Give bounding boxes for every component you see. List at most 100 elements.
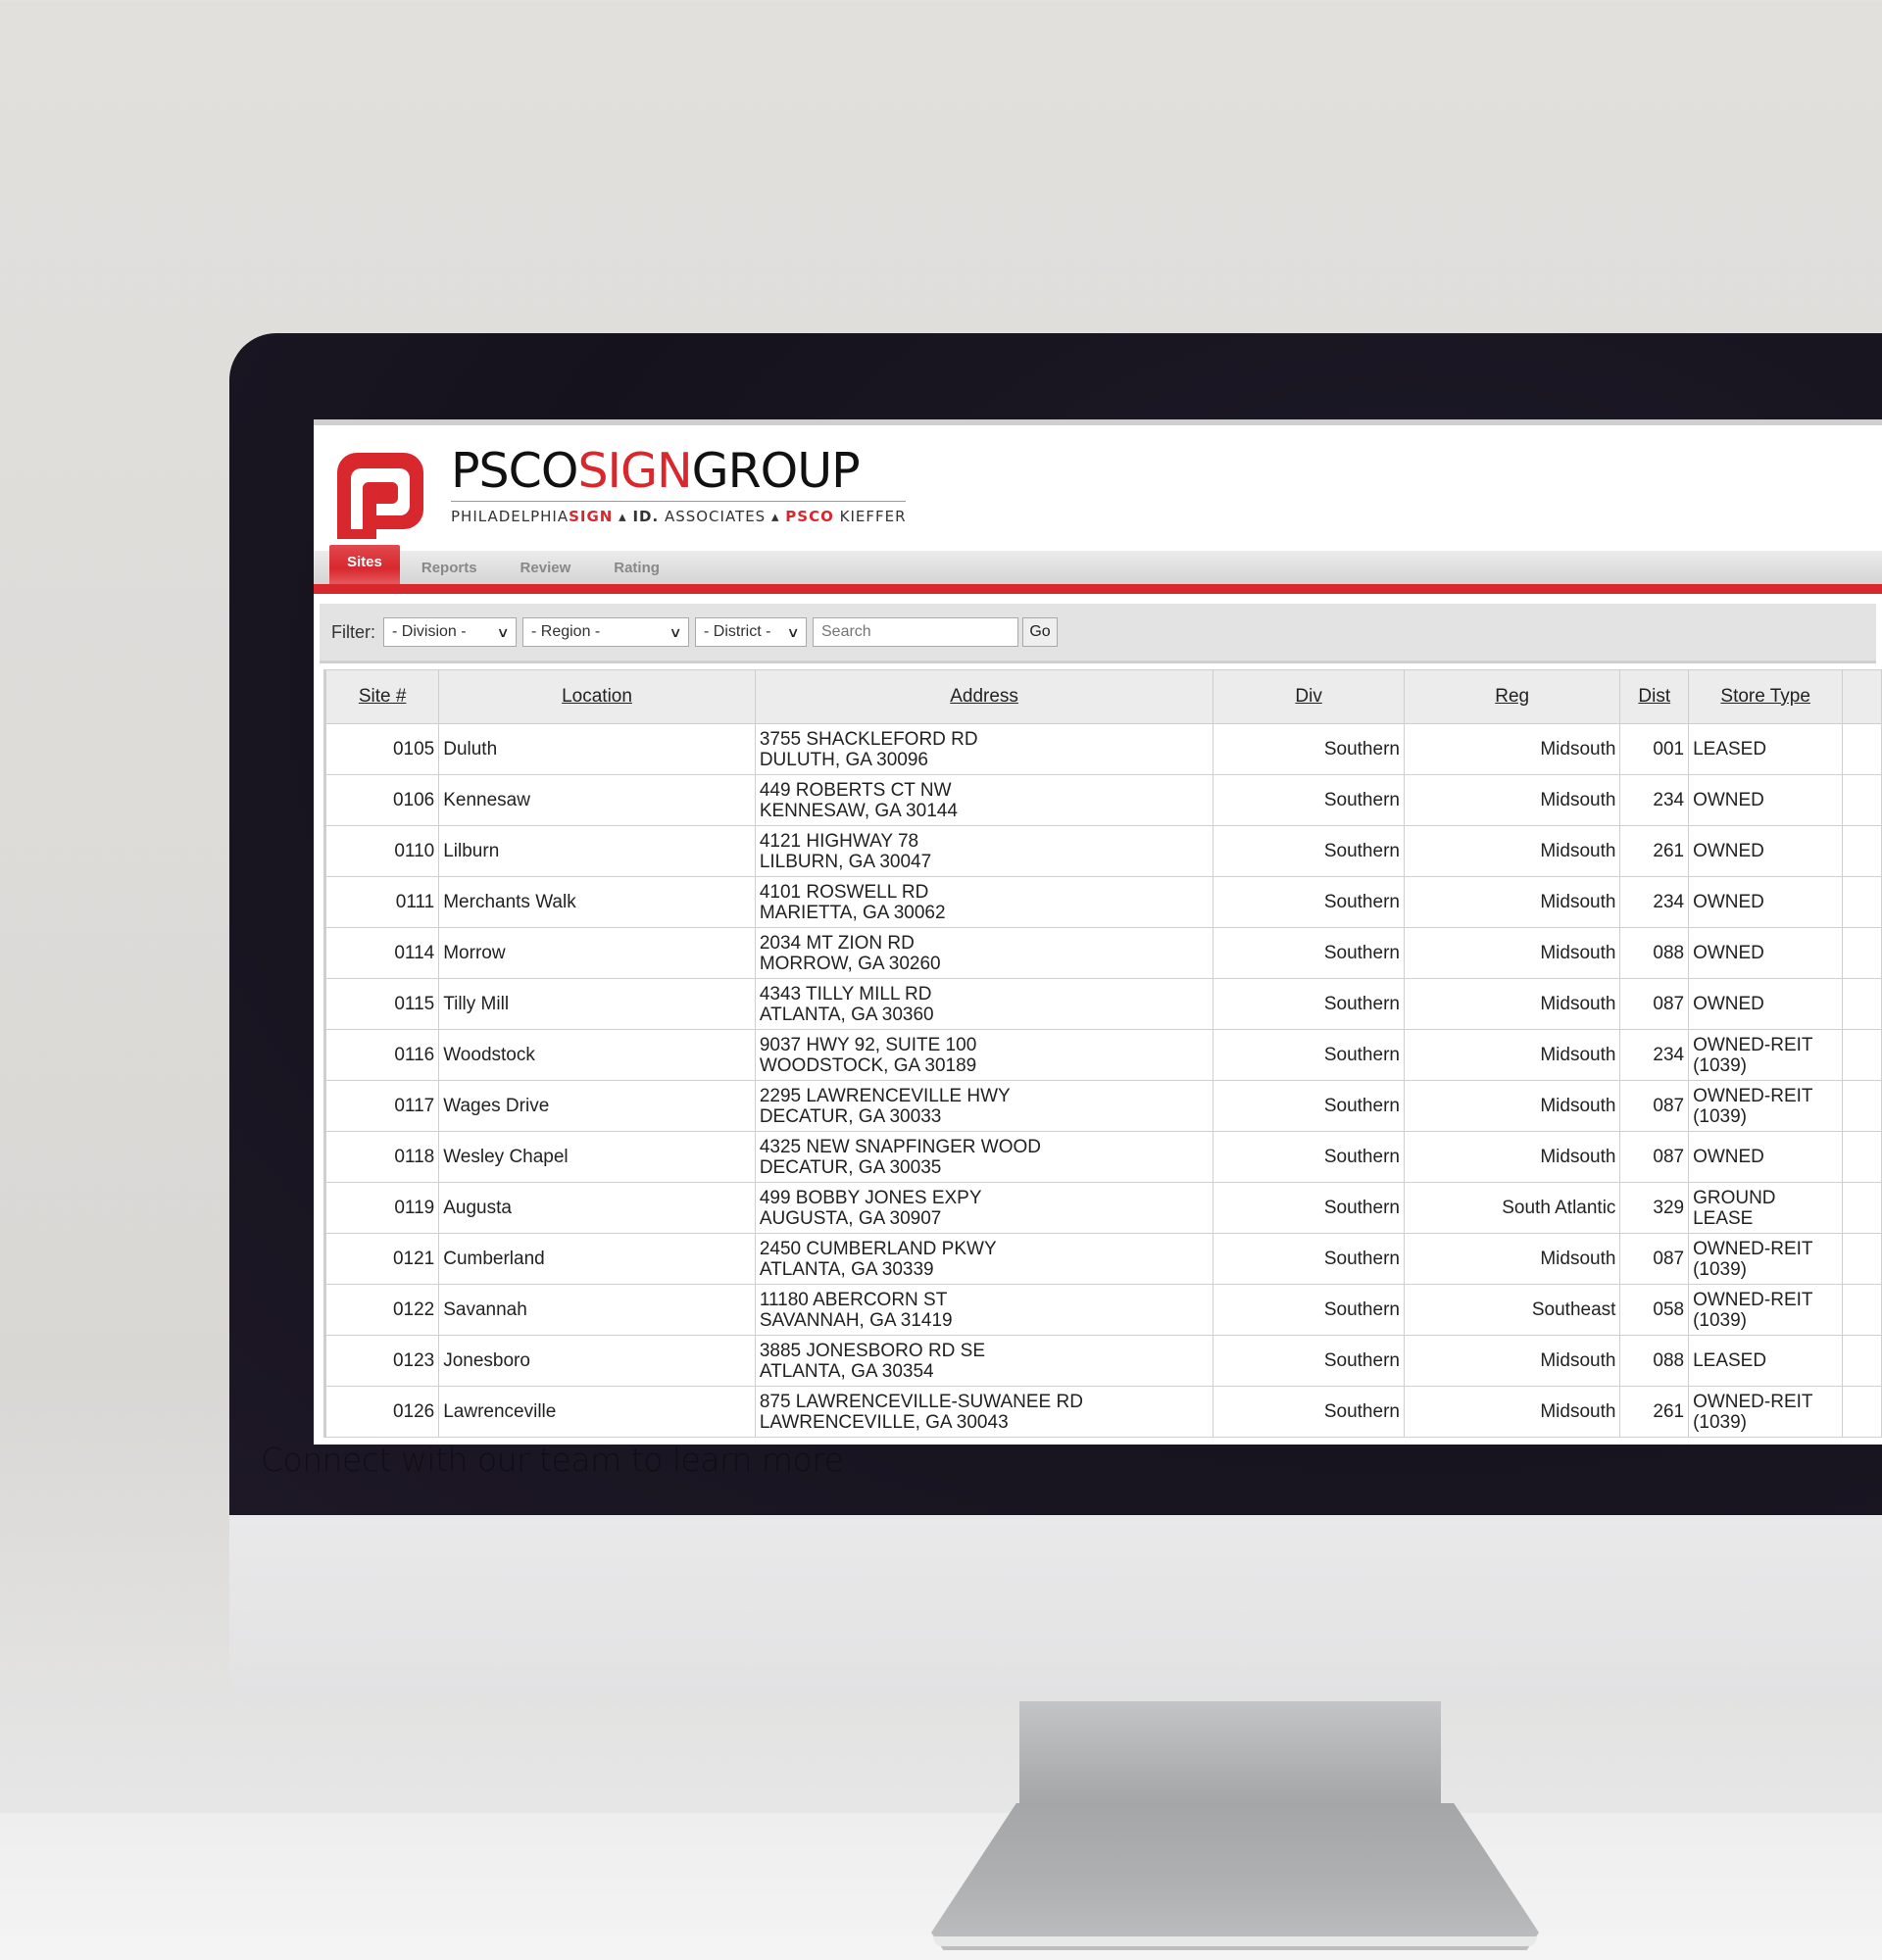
store-type-line1: OWNED-REIT <box>1693 1289 1813 1310</box>
district-select-value: - District - <box>704 623 771 640</box>
table-row[interactable]: 0116 Woodstock 9037 HWY 92, SUITE 100 WOODS… <box>324 1029 1882 1081</box>
store-type-line1: LEASED <box>1693 1350 1767 1371</box>
address-line2: MORROW, GA 30260 <box>759 953 941 974</box>
cell-address: 11180 ABERCORN ST SAVANNAH, GA 31419 <box>754 1284 1214 1336</box>
store-type-line2: (1039) <box>1693 1258 1747 1280</box>
address-line2: ATLANTA, GA 30339 <box>759 1258 934 1280</box>
table-row[interactable]: 0119 Augusta 499 BOBBY JONES EXPY AUGUSTA, … <box>324 1182 1882 1234</box>
cell-location: Wesley Chapel <box>438 1131 756 1183</box>
brand-title-psco: PSCO <box>451 443 578 499</box>
cell-reg: South Atlantic <box>1403 1182 1621 1234</box>
cell-location: Merchants Walk <box>438 876 756 928</box>
header-reg[interactable]: Reg <box>1403 669 1621 724</box>
cell-store-type: OWNED <box>1688 927 1844 979</box>
cell-extra <box>1842 1182 1882 1234</box>
table-row[interactable]: 0123 Jonesboro 3885 JONESBORO RD SE ATLANTA… <box>324 1335 1882 1387</box>
address-line2: LAWRENCEVILLE, GA 30043 <box>759 1411 1009 1433</box>
tab-rating[interactable]: Rating <box>592 551 681 584</box>
address-line1: 875 LAWRENCEVILLE-SUWANEE RD <box>759 1391 1083 1412</box>
header-store-type[interactable]: Store Type <box>1688 669 1844 724</box>
cell-div: Southern <box>1213 1233 1405 1285</box>
address-line1: 3755 SHACKLEFORD RD <box>759 728 978 750</box>
cell-dist: 234 <box>1619 1029 1690 1081</box>
store-type-line1: OWNED <box>1693 892 1764 912</box>
brand-subtitle: PHILADELPHIASIGN ▴ ID. ASSOCIATES ▴ PSCO… <box>451 508 907 525</box>
cell-dist: 087 <box>1619 1233 1690 1285</box>
header-address[interactable]: Address <box>754 669 1214 724</box>
go-button[interactable]: Go <box>1022 617 1058 647</box>
table-row[interactable]: 0115 Tilly Mill 4343 TILLY MILL RD ATLANTA,… <box>324 978 1882 1030</box>
sub-id: ID. <box>632 508 660 525</box>
chevron-down-icon: ∨ <box>786 623 800 640</box>
header-location[interactable]: Location <box>438 669 756 724</box>
table-row[interactable]: 0121 Cumberland 2450 CUMBERLAND PKWY ATLANT… <box>324 1233 1882 1285</box>
tab-review[interactable]: Review <box>499 551 593 584</box>
cell-div: Southern <box>1213 1386 1405 1438</box>
cell-reg: Midsouth <box>1403 774 1621 826</box>
monitor-stand-foot <box>931 1803 1539 1950</box>
table-row[interactable]: 0105 Duluth 3755 SHACKLEFORD RD DULUTH, GA … <box>324 723 1882 775</box>
cell-extra <box>1842 774 1882 826</box>
address-line1: 2450 CUMBERLAND PKWY <box>759 1238 997 1259</box>
table-row[interactable]: 0118 Wesley Chapel 4325 NEW SNAPFINGER WOO… <box>324 1131 1882 1183</box>
store-type-line1: OWNED-REIT <box>1693 1034 1813 1055</box>
division-select[interactable]: - Division - ∨ <box>383 617 517 647</box>
cell-reg: Midsouth <box>1403 876 1621 928</box>
cell-dist: 001 <box>1619 723 1690 775</box>
cell-div: Southern <box>1213 825 1405 877</box>
region-select[interactable]: - Region - ∨ <box>522 617 689 647</box>
header-div[interactable]: Div <box>1213 669 1405 724</box>
cell-address: 4121 HIGHWAY 78 LILBURN, GA 30047 <box>754 825 1214 877</box>
cell-address: 3755 SHACKLEFORD RD DULUTH, GA 30096 <box>754 723 1214 775</box>
sub-psco: PSCO <box>785 508 834 525</box>
address-line2: WOODSTOCK, GA 30189 <box>759 1054 977 1076</box>
cell-store-type: OWNED-REIT (1039) <box>1688 1284 1844 1336</box>
cell-dist: 261 <box>1619 1386 1690 1438</box>
cell-store-type: OWNED-REIT (1039) <box>1688 1080 1844 1132</box>
address-line2: SAVANNAH, GA 31419 <box>759 1309 953 1331</box>
cell-div: Southern <box>1213 927 1405 979</box>
tab-sites[interactable]: Sites <box>329 545 400 584</box>
cell-div: Southern <box>1213 1284 1405 1336</box>
cell-site-number: 0126 <box>324 1386 440 1438</box>
address-line1: 4343 TILLY MILL RD <box>759 983 932 1004</box>
table-row[interactable]: 0126 Lawrenceville 875 LAWRENCEVILLE-SUWAN… <box>324 1386 1882 1438</box>
cell-extra <box>1842 1029 1882 1081</box>
cell-location: Savannah <box>438 1284 756 1336</box>
cell-address: 4325 NEW SNAPFINGER WOOD DECATUR, GA 3003… <box>754 1131 1214 1183</box>
table-row[interactable]: 0117 Wages Drive 2295 LAWRENCEVILLE HWY DEC… <box>324 1080 1882 1132</box>
store-type-line2: (1039) <box>1693 1411 1747 1433</box>
table-row[interactable]: 0122 Savannah 11180 ABERCORN ST SAVANNAH, G… <box>324 1284 1882 1336</box>
address-line2: KENNESAW, GA 30144 <box>759 800 958 821</box>
district-select[interactable]: - District - ∨ <box>695 617 807 647</box>
address-line1: 3885 JONESBORO RD SE <box>759 1340 986 1361</box>
tab-reports[interactable]: Reports <box>400 551 499 584</box>
header-site-number[interactable]: Site # <box>324 669 440 724</box>
table-row[interactable]: 0110 Lilburn 4121 HIGHWAY 78 LILBURN, GA 30… <box>324 825 1882 877</box>
cell-reg: Midsouth <box>1403 723 1621 775</box>
store-type-line1: OWNED <box>1693 1147 1764 1167</box>
store-type-line2: LEASE <box>1693 1207 1754 1229</box>
address-line1: 2034 MT ZION RD <box>759 932 915 954</box>
cell-reg: Midsouth <box>1403 1080 1621 1132</box>
table-row[interactable]: 0111 Merchants Walk 4101 ROSWELL RD MARIETT… <box>324 876 1882 928</box>
cell-address: 4343 TILLY MILL RD ATLANTA, GA 30360 <box>754 978 1214 1030</box>
search-input[interactable] <box>813 617 1018 647</box>
psco-logo-icon[interactable] <box>333 449 427 541</box>
cell-reg: Midsouth <box>1403 927 1621 979</box>
cell-site-number: 0123 <box>324 1335 440 1387</box>
header-dist[interactable]: Dist <box>1619 669 1690 724</box>
table-row[interactable]: 0106 Kennesaw 449 ROBERTS CT NW KENNESAW, G… <box>324 774 1882 826</box>
cell-reg: Midsouth <box>1403 1335 1621 1387</box>
cell-store-type: GROUND LEASE <box>1688 1182 1844 1234</box>
cell-address: 2450 CUMBERLAND PKWY ATLANTA, GA 30339 <box>754 1233 1214 1285</box>
cell-extra <box>1842 876 1882 928</box>
cell-address: 499 BOBBY JONES EXPY AUGUSTA, GA 30907 <box>754 1182 1214 1234</box>
cell-location: Morrow <box>438 927 756 979</box>
table-row[interactable]: 0114 Morrow 2034 MT ZION RD MORROW, GA 3026… <box>324 927 1882 979</box>
cell-dist: 087 <box>1619 1080 1690 1132</box>
cell-site-number: 0117 <box>324 1080 440 1132</box>
cell-extra <box>1842 1233 1882 1285</box>
monitor-chin <box>229 1515 1882 1701</box>
address-line2: ATLANTA, GA 30354 <box>759 1360 934 1382</box>
